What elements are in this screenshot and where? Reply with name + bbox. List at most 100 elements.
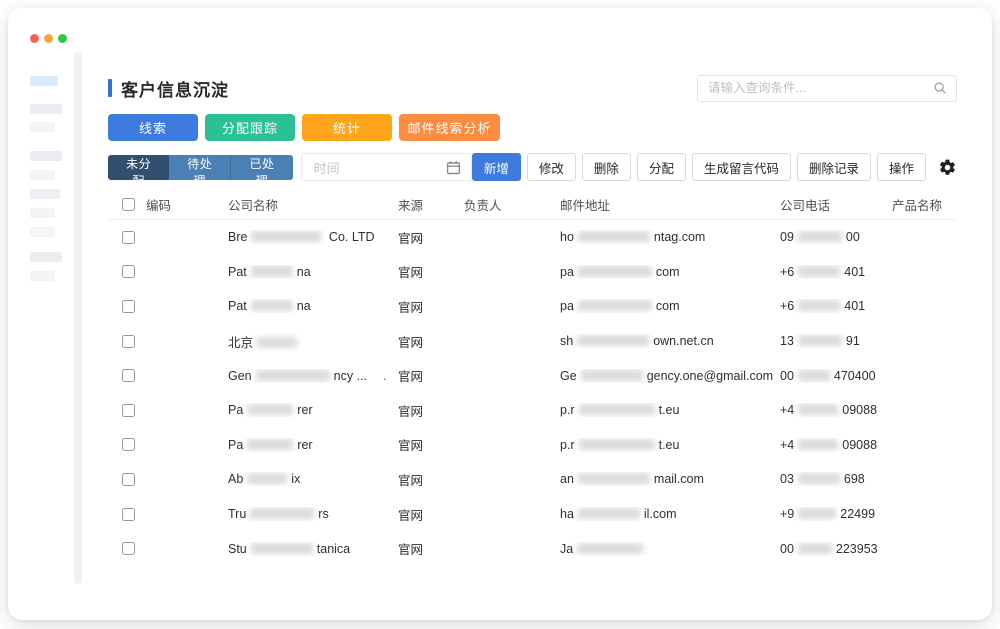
cell-email: hontag.com	[560, 230, 780, 244]
table-row[interactable]: Parer官网p.rt.eu+409088	[108, 393, 957, 428]
nav-button-assign-track[interactable]: 分配跟踪	[205, 114, 295, 141]
nav-button-leads[interactable]: 线索	[108, 114, 198, 141]
date-filter-input[interactable]: 时间	[301, 153, 472, 181]
col-header-source: 来源	[398, 195, 464, 214]
search-box	[697, 75, 957, 102]
sidebar-item-skeleton[interactable]	[30, 208, 55, 218]
company-visible-suffix: ncy ...	[334, 369, 367, 383]
phone-visible-prefix: +6	[780, 265, 794, 279]
cell-company: Patna	[228, 299, 398, 313]
phone-visible-prefix: 13	[780, 334, 794, 348]
phone-visible-prefix: 00	[780, 542, 794, 556]
email-redacted-blur	[578, 508, 640, 519]
table-row[interactable]: Patna官网pacom+6401	[108, 289, 957, 324]
col-header-code: 编码	[146, 195, 228, 214]
tab-unassigned[interactable]: 未分配	[108, 155, 169, 180]
row-checkbox[interactable]	[122, 404, 135, 417]
email-visible-suffix: mail.com	[654, 472, 704, 486]
cell-source: 官网	[398, 470, 464, 489]
company-redacted-blur	[256, 370, 330, 381]
settings-gear-button[interactable]	[938, 153, 957, 181]
email-redacted-blur	[578, 473, 650, 484]
company-redacted-blur	[257, 337, 297, 348]
cell-source: 官网	[398, 435, 464, 454]
search-icon[interactable]	[933, 81, 947, 95]
row-checkbox[interactable]	[122, 508, 135, 521]
calendar-icon[interactable]	[446, 160, 461, 175]
cell-phone: 1391	[780, 334, 892, 348]
sidebar-item-active[interactable]	[30, 76, 58, 86]
col-header-email: 邮件地址	[560, 195, 780, 214]
sidebar-item-skeleton[interactable]	[30, 122, 55, 132]
email-redacted-blur	[581, 370, 643, 381]
tab-processed[interactable]: 已处理	[230, 155, 292, 180]
table-row[interactable]: 北京官网shown.net.cn1391	[108, 324, 957, 359]
title-accent-bar	[108, 79, 112, 97]
company-redacted-blur	[251, 543, 313, 554]
row-checkbox[interactable]	[122, 369, 135, 382]
sidebar-item-skeleton[interactable]	[30, 252, 62, 262]
table-row[interactable]: Parer官网p.rt.eu+409088	[108, 428, 957, 463]
delete-button[interactable]: 删除	[582, 153, 631, 181]
cell-source: 官网	[398, 505, 464, 524]
email-visible-prefix: ha	[560, 507, 574, 521]
table-row[interactable]: Stutanica官网Ja00223953	[108, 531, 957, 566]
sidebar-item-skeleton[interactable]	[30, 189, 60, 199]
table-header-row: 编码 公司名称 来源 负责人 邮件地址 公司电话 产品名称	[108, 190, 957, 220]
cell-email: pacom	[560, 299, 780, 313]
phone-redacted-blur	[798, 508, 836, 519]
row-checkbox[interactable]	[122, 265, 135, 278]
company-visible-prefix: Bre	[228, 230, 247, 244]
cell-phone: 00470400	[780, 369, 892, 383]
table-row[interactable]: Abix官网anmail.com03698	[108, 462, 957, 497]
edit-button[interactable]: 修改	[527, 153, 576, 181]
company-visible-suffix: rs	[318, 507, 328, 521]
row-checkbox[interactable]	[122, 473, 135, 486]
cell-email: anmail.com	[560, 472, 780, 486]
table-row[interactable]: Trurs官网hail.com+922499	[108, 497, 957, 532]
email-redacted-blur	[577, 335, 649, 346]
phone-redacted-blur	[798, 404, 838, 415]
tab-pending[interactable]: 待处理	[169, 155, 230, 180]
phone-redacted-blur	[798, 266, 840, 277]
row-checkbox[interactable]	[122, 542, 135, 555]
email-visible-suffix: t.eu	[659, 403, 680, 417]
company-visible-suffix: na	[297, 299, 311, 313]
nav-button-email-lead-analysis[interactable]: 邮件线索分析	[399, 114, 500, 141]
cell-company: 北京	[228, 332, 398, 351]
company-visible-suffix: Co. LTD	[325, 230, 374, 244]
phone-visible-suffix: 470400	[834, 369, 876, 383]
company-visible-prefix: Gen	[228, 369, 252, 383]
table-row[interactable]: Genncy ....官网Gegency.one@gmail.com004704…	[108, 358, 957, 393]
company-truncation-dot: .	[383, 369, 386, 383]
cell-source: 官网	[398, 262, 464, 281]
sidebar-item-skeleton[interactable]	[30, 151, 62, 161]
select-all-checkbox[interactable]	[122, 198, 135, 211]
cell-source: 官网	[398, 228, 464, 247]
cell-email: Ja	[560, 542, 780, 556]
sidebar-item-skeleton[interactable]	[30, 170, 55, 180]
assign-button[interactable]: 分配	[637, 153, 686, 181]
table-row[interactable]: Bre Co. LTD官网hontag.com0900	[108, 220, 957, 255]
operations-button[interactable]: 操作	[877, 153, 926, 181]
row-checkbox[interactable]	[122, 231, 135, 244]
nav-button-statistics[interactable]: 统计	[302, 114, 392, 141]
date-placeholder: 时间	[314, 158, 340, 177]
email-visible-prefix: Ja	[560, 542, 573, 556]
sidebar-item-skeleton[interactable]	[30, 104, 62, 114]
phone-visible-prefix: 09	[780, 230, 794, 244]
generate-message-code-button[interactable]: 生成留言代码	[692, 153, 791, 181]
table-row[interactable]: Patna官网pacom+6401	[108, 255, 957, 290]
add-button[interactable]: 新增	[472, 153, 521, 181]
sidebar-item-skeleton[interactable]	[30, 227, 55, 237]
sidebar-item-skeleton[interactable]	[30, 271, 55, 281]
cell-source: 官网	[398, 297, 464, 316]
cell-source: 官网	[398, 332, 464, 351]
delete-records-button[interactable]: 删除记录	[797, 153, 871, 181]
row-checkbox[interactable]	[122, 335, 135, 348]
search-input[interactable]	[708, 81, 933, 95]
company-visible-suffix: ix	[291, 472, 300, 486]
row-checkbox[interactable]	[122, 438, 135, 451]
company-redacted-blur	[251, 231, 321, 242]
row-checkbox[interactable]	[122, 300, 135, 313]
